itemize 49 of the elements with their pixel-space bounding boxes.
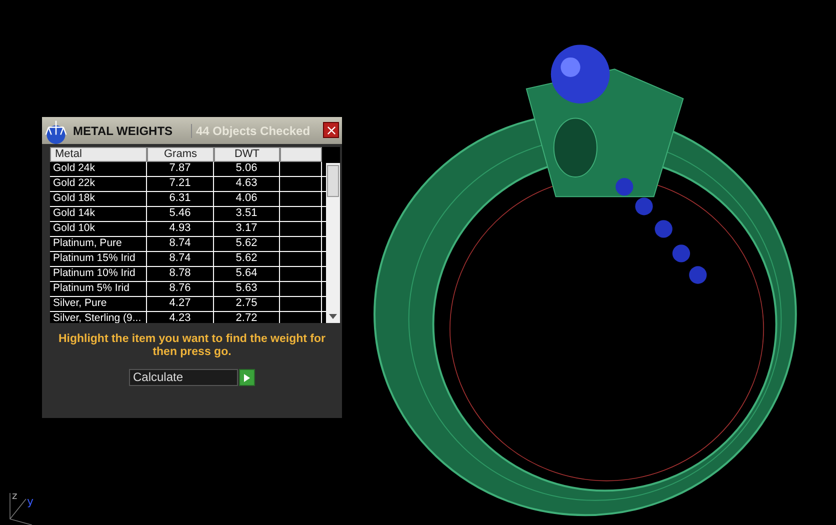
table-cell[interactable]: 8.74: [147, 252, 214, 266]
action-dropdown[interactable]: Calculate: [129, 369, 238, 386]
table-cell[interactable]: 4.27: [147, 297, 214, 311]
table-cell[interactable]: Platinum 5% Irid: [50, 282, 147, 296]
column-header[interactable]: Metal: [50, 147, 147, 162]
column-header[interactable]: Grams: [147, 147, 214, 162]
table-cell[interactable]: 4.63: [214, 177, 280, 191]
table-cell[interactable]: Platinum 15% Irid: [50, 252, 147, 266]
axis-gizmo-drawing: z y: [2, 485, 42, 525]
play-icon: [244, 374, 250, 382]
table-cell[interactable]: 8.76: [147, 282, 214, 296]
column-header: [280, 147, 322, 162]
table-cell[interactable]: Silver, Pure: [50, 297, 147, 311]
table-cell[interactable]: 4.06: [214, 192, 280, 206]
instruction-text: Highlight the item you want to find the weight for then press go.: [57, 333, 327, 359]
table-cell[interactable]: 5.63: [214, 282, 280, 296]
objects-checked-status: 44 Objects Checked: [191, 124, 310, 138]
column-header[interactable]: DWT: [214, 147, 280, 162]
table-cell[interactable]: 2.72: [214, 312, 280, 323]
scroll-down-arrow-icon[interactable]: [329, 314, 337, 319]
table-cell[interactable]: 3.17: [214, 222, 280, 236]
panel-title: METAL WEIGHTS: [73, 124, 174, 138]
table-cell[interactable]: 6.31: [147, 192, 214, 206]
table-cell[interactable]: Silver, Sterling (9...: [50, 312, 147, 323]
table-cell[interactable]: Gold 22k: [50, 177, 147, 191]
table-cell[interactable]: 5.64: [214, 267, 280, 281]
table-cell[interactable]: 5.62: [214, 252, 280, 266]
table-cell[interactable]: Gold 18k: [50, 192, 147, 206]
table-cell[interactable]: 5.62: [214, 237, 280, 251]
table-cell[interactable]: 8.78: [147, 267, 214, 281]
table-cell[interactable]: 2.75: [214, 297, 280, 311]
table-cell[interactable]: 3.51: [214, 207, 280, 221]
table-cell[interactable]: Gold 10k: [50, 222, 147, 236]
table-cell[interactable]: 7.87: [147, 162, 214, 176]
table-cell[interactable]: 8.74: [147, 237, 214, 251]
table-cell[interactable]: 5.46: [147, 207, 214, 221]
scrollbar-thumb[interactable]: [327, 165, 339, 197]
table-cell[interactable]: 5.06: [214, 162, 280, 176]
scrollbar[interactable]: [326, 163, 340, 323]
close-button[interactable]: [323, 122, 339, 138]
table-cell[interactable]: Platinum 10% Irid: [50, 267, 147, 281]
close-icon: [326, 126, 336, 134]
table-cell[interactable]: Platinum, Pure: [50, 237, 147, 251]
table-cell[interactable]: 7.21: [147, 177, 214, 191]
go-button[interactable]: [239, 369, 255, 386]
table-cell[interactable]: Gold 14k: [50, 207, 147, 221]
table-cell[interactable]: 4.93: [147, 222, 214, 236]
table-cell[interactable]: 4.23: [147, 312, 214, 323]
table-cell[interactable]: Gold 24k: [50, 162, 147, 176]
